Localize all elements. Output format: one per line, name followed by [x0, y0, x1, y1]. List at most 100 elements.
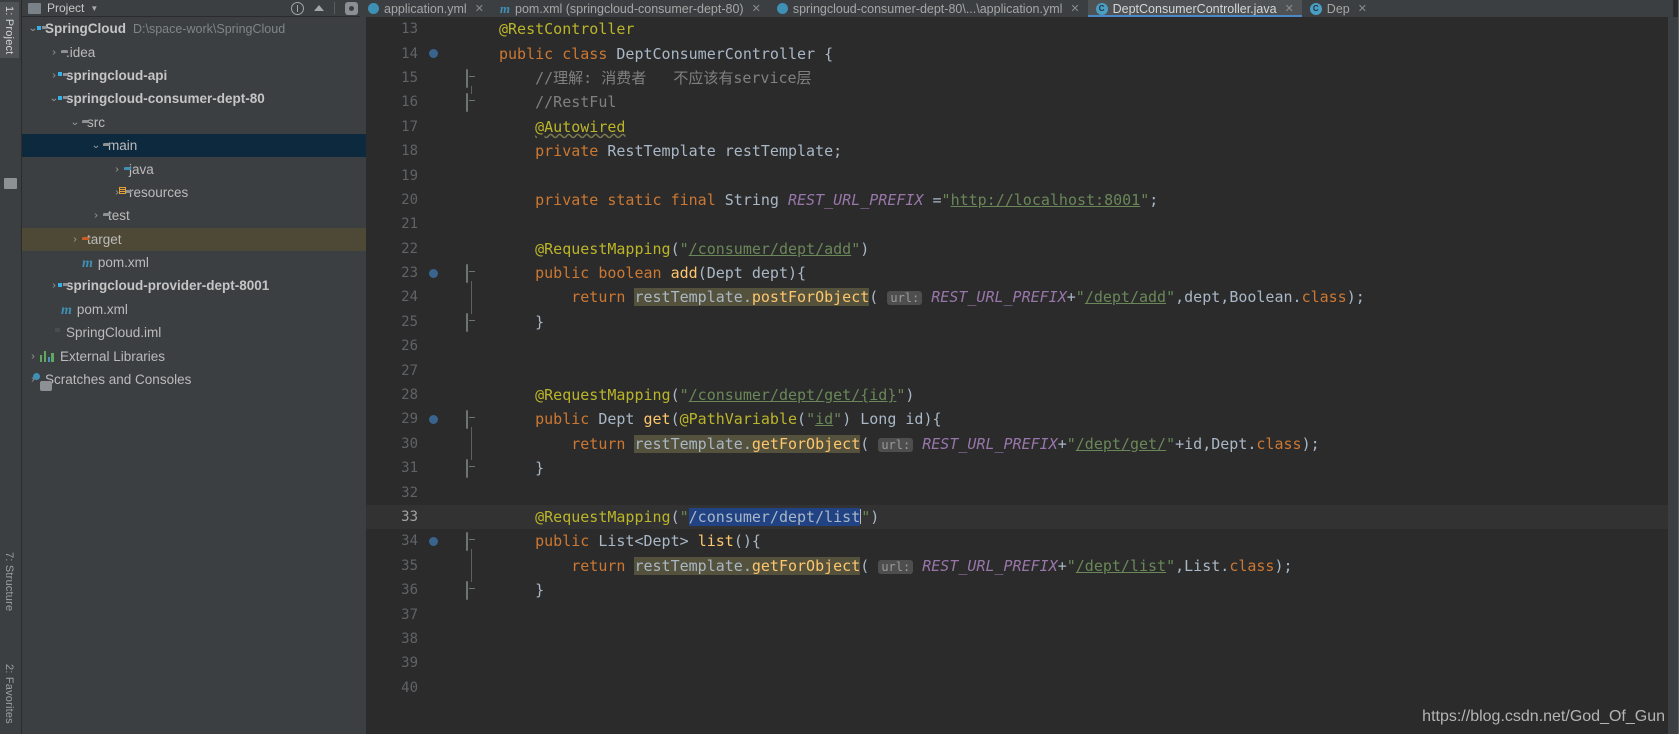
code-line-16[interactable]: 16 //RestFul: [366, 90, 1679, 114]
chevron-right-icon[interactable]: ›: [25, 351, 41, 362]
tree-item-springcloud[interactable]: ⌄ SpringCloud D:\space-work\SpringCloud: [22, 17, 366, 40]
tree-item-java[interactable]: › java: [22, 157, 366, 180]
code-line-14[interactable]: 14 public class DeptConsumerController {: [366, 41, 1679, 65]
editor-tab-label: DeptConsumerController.java: [1112, 1, 1277, 16]
editor-tab-1[interactable]: m pom.xml (springcloud-consumer-dept-80) ✕: [492, 0, 769, 17]
gutter-marker[interactable]: [426, 266, 441, 281]
tree-item-target[interactable]: › target: [22, 227, 366, 251]
tree-item-idea[interactable]: › .idea: [22, 40, 366, 63]
project-tree[interactable]: ⌄ SpringCloud D:\space-work\SpringCloud › .i…: [22, 17, 366, 734]
close-icon[interactable]: ✕: [475, 2, 484, 15]
gutter-marker: [426, 436, 441, 451]
project-panel-title: Project: [47, 1, 85, 15]
tree-item-pom-xml[interactable]: ·mpom.xml: [22, 298, 366, 321]
code-line-37[interactable]: 37: [366, 602, 1679, 626]
watermark-text: https://blog.csdn.net/God_Of_Gun: [1422, 708, 1665, 725]
tree-item-test[interactable]: › test: [22, 204, 366, 227]
tree-item-springcloud-iml[interactable]: ·SpringCloud.iml: [22, 321, 366, 344]
maven-m-icon: m: [82, 256, 93, 272]
code-line-30[interactable]: 30 return restTemplate.getForObject( url…: [366, 432, 1679, 456]
code-line-40[interactable]: 40: [366, 676, 1679, 700]
chevron-down-icon[interactable]: ▼: [90, 4, 98, 13]
code-line-21[interactable]: 21: [366, 212, 1679, 236]
code-line-15[interactable]: 15 //理解: 消费者 不应该有service层: [366, 66, 1679, 90]
fold-marker-open[interactable]: [466, 410, 477, 430]
code-line-23[interactable]: 23 public boolean add(Dept dept){: [366, 261, 1679, 285]
code-line-19[interactable]: 19: [366, 163, 1679, 187]
tree-item-scratches-and-consoles[interactable]: › Scratches and Consoles: [22, 368, 366, 391]
editor-tab-bar[interactable]: application.yml ✕ m pom.xml (springcloud-co…: [360, 0, 1673, 17]
yml-file-icon: [368, 3, 379, 14]
gutter-marker[interactable]: [426, 46, 441, 61]
editor-tab-0[interactable]: application.yml ✕: [360, 0, 492, 17]
maven-m-icon: m: [499, 0, 511, 16]
close-icon[interactable]: ✕: [752, 2, 761, 15]
chevron-down-icon[interactable]: ⌄: [88, 140, 104, 151]
code-line-38[interactable]: 38: [366, 627, 1679, 651]
tree-item-main[interactable]: ⌄ main: [22, 133, 366, 158]
selected-text: /consumer/dept/list: [688, 508, 861, 526]
fold-marker-open[interactable]: [466, 264, 477, 284]
gutter-marker[interactable]: [426, 144, 441, 159]
code-line-35[interactable]: 35 return restTemplate.getForObject( url…: [366, 554, 1679, 578]
fold-marker-close[interactable]: [466, 93, 477, 113]
code-line-20[interactable]: 20 private static final String REST_URL_…: [366, 188, 1679, 212]
tree-item-external-libraries[interactable]: › External Libraries: [22, 344, 366, 367]
editor-tab-4[interactable]: Dep ✕: [1302, 0, 1375, 17]
info-icon[interactable]: [291, 1, 304, 15]
code-line-17[interactable]: 17 @Autowired: [366, 115, 1679, 139]
tree-item-pom-xml[interactable]: ·mpom.xml: [22, 251, 366, 274]
tree-item-springcloud-api[interactable]: › springcloud-api: [22, 64, 366, 87]
line-number: 29: [401, 411, 418, 428]
fold-marker-close[interactable]: [466, 581, 477, 601]
chevron-right-icon[interactable]: ›: [67, 234, 83, 245]
code-line-31[interactable]: 31 }: [366, 456, 1679, 480]
vtab-favorites[interactable]: 2: Favorites: [0, 660, 19, 728]
code-line-29[interactable]: 29 public Dept get(@PathVariable("id") L…: [366, 407, 1679, 431]
collapse-all-icon[interactable]: [314, 5, 324, 11]
code-line-13[interactable]: 13 @RestController: [366, 17, 1679, 41]
editor-tab-2[interactable]: springcloud-consumer-dept-80\...\applica…: [769, 0, 1088, 17]
fold-marker-close[interactable]: [466, 312, 477, 332]
fold-marker-open[interactable]: [466, 532, 477, 552]
tree-item-src[interactable]: ⌄ src: [22, 111, 366, 134]
tree-item-springcloud-provider-dept-8001[interactable]: › springcloud-provider-dept-8001: [22, 274, 366, 297]
close-icon[interactable]: ✕: [1285, 2, 1294, 15]
code-line-27[interactable]: 27: [366, 358, 1679, 382]
line-number: 38: [401, 630, 418, 647]
code-line-22[interactable]: 22 @RequestMapping("/consumer/dept/add"): [366, 237, 1679, 261]
tree-item-resources[interactable]: › resources: [22, 181, 366, 204]
gear-icon[interactable]: [345, 1, 358, 15]
code-line-26[interactable]: 26: [366, 334, 1679, 358]
close-icon[interactable]: ✕: [1070, 2, 1079, 15]
project-icon: [28, 2, 41, 14]
gutter-marker[interactable]: [426, 412, 441, 427]
fold-marker-open[interactable]: [466, 68, 477, 88]
code-line-18[interactable]: 18 private RestTemplate restTemplate;: [366, 139, 1679, 163]
line-number: 39: [401, 655, 418, 672]
tree-item-springcloud-consumer-dept-80[interactable]: ⌄ springcloud-consumer-dept-80: [22, 87, 366, 110]
chevron-right-icon[interactable]: ›: [109, 164, 125, 175]
gutter-marker[interactable]: [426, 22, 441, 37]
chevron-down-icon[interactable]: ⌄: [67, 117, 83, 128]
code-line-33[interactable]: 33 @RequestMapping("/consumer/dept/list"…: [366, 504, 1679, 530]
code-line-36[interactable]: 36 }: [366, 578, 1679, 602]
editor-tab-3[interactable]: DeptConsumerController.java ✕: [1087, 0, 1302, 17]
code-line-39[interactable]: 39: [366, 651, 1679, 675]
gutter-marker[interactable]: [426, 534, 441, 549]
vtab-project[interactable]: 1: Project: [0, 2, 19, 59]
vtab-structure[interactable]: 7: Structure: [0, 548, 19, 615]
gutter-marker: [426, 168, 441, 183]
code-line-28[interactable]: 28 @RequestMapping("/consumer/dept/get/{…: [366, 383, 1679, 407]
close-icon[interactable]: ✕: [1358, 2, 1367, 15]
code-line-24[interactable]: 24 return restTemplate.postForObject( ur…: [366, 285, 1679, 309]
code-content[interactable]: 13 @RestController 14 public class DeptCons…: [366, 17, 1679, 734]
code-line-34[interactable]: 34 public List<Dept> list(){: [366, 529, 1679, 553]
code-line-32[interactable]: 32: [366, 480, 1679, 504]
fold-marker-close[interactable]: [466, 459, 477, 479]
code-line-25[interactable]: 25 }: [366, 310, 1679, 334]
chevron-right-icon[interactable]: ›: [88, 210, 104, 221]
chevron-right-icon[interactable]: ›: [46, 47, 62, 58]
yml-file-icon: [776, 3, 788, 14]
editor-tab-label: pom.xml (springcloud-consumer-dept-80): [515, 1, 744, 16]
